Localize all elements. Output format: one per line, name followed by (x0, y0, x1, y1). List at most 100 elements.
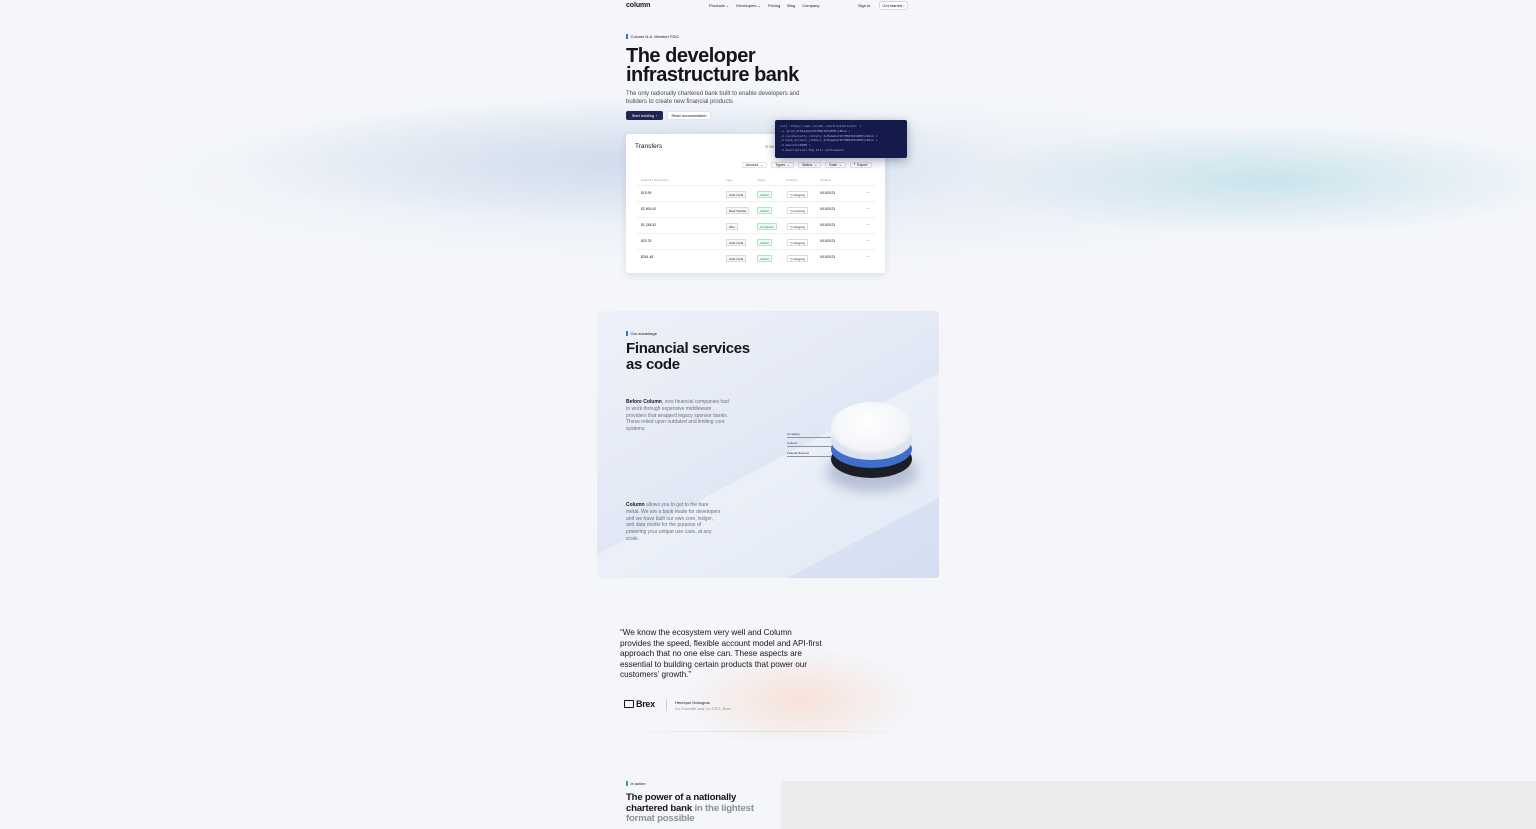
row-created: 9/19/2023 (820, 255, 836, 259)
row-status: Settled (757, 239, 772, 246)
section-divider (620, 731, 912, 732)
eyebrow-text: In action (630, 781, 646, 786)
row-created: 9/19/2023 (820, 207, 836, 211)
row-amount: $1,248.52 (641, 223, 657, 227)
paragraph-bold: Before Column (626, 399, 662, 405)
row-amount: $20.78 (641, 239, 652, 243)
more-icon[interactable]: ⋯ (866, 239, 869, 243)
testimonial-quote: “We know the ecosystem very well and Col… (620, 628, 822, 680)
get-started-label: Get started (882, 3, 903, 8)
col-type: Type (726, 178, 733, 182)
row-type: ACH Credit (726, 239, 747, 246)
brex-logo: Brex (624, 699, 655, 709)
arrow-icon: ◷ (790, 256, 793, 261)
row-amount: $19.99 (641, 191, 652, 195)
more-icon[interactable]: ⋯ (866, 191, 869, 195)
layer-label-federal-reserve: Federal Reserve (787, 451, 831, 457)
row-status: Settled (757, 207, 772, 214)
advantage-eyebrow: Our advantage (626, 331, 657, 336)
more-icon[interactable]: ⋯ (866, 207, 869, 211)
chevron-down-icon: ⌄ (838, 163, 842, 167)
advantage-title: Financial services as code (626, 341, 776, 373)
in-action-media-panel (781, 781, 1536, 829)
filter-types[interactable]: Types ⌄ (771, 162, 795, 168)
row-amount: $261.48 (641, 255, 654, 259)
row-direction: ◷ Outgoing (787, 239, 808, 246)
arrow-icon: ◷ (790, 208, 793, 213)
col-amount: Amount / Description (641, 178, 669, 182)
row-status: Settled (757, 191, 772, 198)
row-status: Completed (757, 223, 777, 230)
sign-in-link[interactable]: Sign in (858, 3, 870, 8)
hero-eyebrow: Column N.A. Member FDIC (626, 34, 679, 39)
row-type: Book Transfer (726, 207, 750, 214)
eyebrow-bar (626, 331, 628, 336)
transfer-filters: Amount ⌄ Types ⌄ Status ⌄ Date ⌄ ⭳ Export (742, 162, 872, 168)
more-icon[interactable]: ⋯ (866, 223, 869, 227)
row-type: ACH Credit (726, 255, 747, 262)
chevron-right-icon: › (655, 113, 658, 118)
transfers-search[interactable]: ⚲ Se (765, 144, 774, 149)
column-logo[interactable]: column (626, 2, 650, 9)
arrow-icon: ◷ (790, 224, 793, 229)
row-created: 9/19/2023 (820, 239, 836, 243)
company-layer (831, 402, 912, 454)
col-status: Status (757, 178, 766, 182)
chevron-right-icon: › (903, 3, 905, 8)
top-navigation: column Products ⌄ Developers ⌄ Pricing B… (626, 0, 908, 12)
api-code-snippet: curl 'https://api.column.com/transfers/a… (775, 120, 907, 158)
nav-developers[interactable]: Developers ⌄ (736, 3, 761, 8)
nav-blog[interactable]: Blog (787, 3, 795, 8)
layer-label-column: Column (787, 441, 831, 447)
eyebrow-bar (626, 34, 628, 39)
more-icon[interactable]: ⋯ (866, 255, 869, 259)
table-row[interactable]: $19.99 ACH Credit Settled ◷ Outgoing 9/19… (637, 185, 875, 199)
transfers-title: Transfers (635, 143, 663, 150)
search-text: Se (769, 144, 774, 149)
advantage-paragraph-1: Before Column, new financial companies h… (626, 399, 731, 433)
start-building-button[interactable]: Start building › (626, 111, 663, 120)
filter-amount[interactable]: Amount ⌄ (742, 162, 768, 168)
in-action-title: The power of a nationally chartered bank… (626, 792, 776, 825)
row-created: 9/19/2023 (820, 191, 836, 195)
table-row[interactable]: $2,500.00 Book Transfer Settled ◷ Incomin… (637, 201, 875, 215)
advantage-paragraph-2: Column allows you to get to the bare met… (626, 502, 722, 543)
hero-subtitle: The only nationally chartered bank built… (626, 91, 800, 105)
nav-products[interactable]: Products ⌄ (709, 3, 729, 8)
chevron-down-icon: ⌄ (757, 3, 761, 8)
row-status: Settled (757, 255, 772, 262)
col-created: Created (820, 178, 831, 182)
row-type: ACH Credit (726, 191, 747, 198)
row-created: 9/19/2023 (820, 223, 836, 227)
divider (666, 699, 667, 711)
get-started-button[interactable]: Get started › (879, 1, 908, 10)
col-direction: Direction (786, 178, 798, 182)
arrow-icon: ◷ (790, 240, 793, 245)
table-row[interactable]: $1,248.52 Wire Completed ◷ Outgoing 9/19/… (637, 217, 875, 231)
in-action-eyebrow: In action (626, 781, 646, 786)
export-button[interactable]: ⭳ Export (849, 162, 872, 168)
hero-title: The developer infrastructure bank (626, 46, 826, 86)
row-direction: ◷ Outgoing (787, 255, 808, 262)
row-amount: $2,500.00 (641, 207, 657, 211)
row-direction: ◷ Outgoing (787, 191, 808, 198)
chevron-down-icon: ⌄ (725, 3, 730, 8)
nav-company[interactable]: Company (802, 3, 819, 8)
search-icon: ⚲ (765, 144, 768, 149)
table-row[interactable]: $20.78 ACH Credit Settled ◷ Outgoing 9/19… (637, 233, 875, 247)
brex-mark-icon (624, 700, 634, 708)
eyebrow-text: Our advantage (630, 331, 657, 336)
eyebrow-bar (626, 781, 628, 786)
read-documentation-button[interactable]: Read documentation (667, 111, 711, 120)
chevron-down-icon: ⌄ (787, 163, 791, 167)
row-type: Wire (726, 223, 738, 230)
testimonial-role: Co-Founder and Co-CEO, Brex (675, 706, 731, 711)
hero-title-line-2: infrastructure bank (626, 64, 799, 86)
filter-status[interactable]: Status ⌄ (798, 162, 822, 168)
chevron-down-icon: ⌄ (814, 163, 818, 167)
advantage-title-line-1: Financial services (626, 340, 750, 357)
table-row[interactable]: $261.48 ACH Credit Settled ◷ Outgoing 9/1… (637, 249, 875, 263)
nav-pricing[interactable]: Pricing (768, 3, 780, 8)
filter-date[interactable]: Date ⌄ (825, 162, 846, 168)
transfers-table-header: Amount / Description Type Status Directi… (641, 178, 871, 183)
